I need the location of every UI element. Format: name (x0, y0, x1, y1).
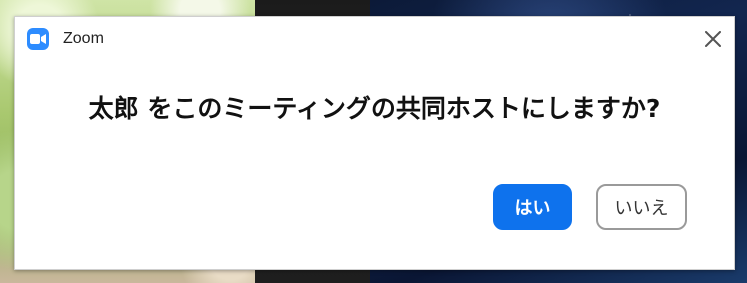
close-button[interactable] (702, 28, 724, 50)
yes-button[interactable]: はい (493, 184, 572, 230)
zoom-camera-icon (27, 28, 49, 50)
no-button[interactable]: いいえ (596, 184, 687, 230)
dialog-titlebar: Zoom (15, 17, 734, 65)
close-icon (705, 31, 721, 47)
dialog-message: 太郎 をこのミーティングの共同ホストにしますか? (88, 94, 661, 123)
cohost-confirm-dialog: Zoom 太郎 をこのミーティングの共同ホストにしますか? はい いいえ (14, 16, 735, 270)
app-title: Zoom (63, 30, 104, 47)
